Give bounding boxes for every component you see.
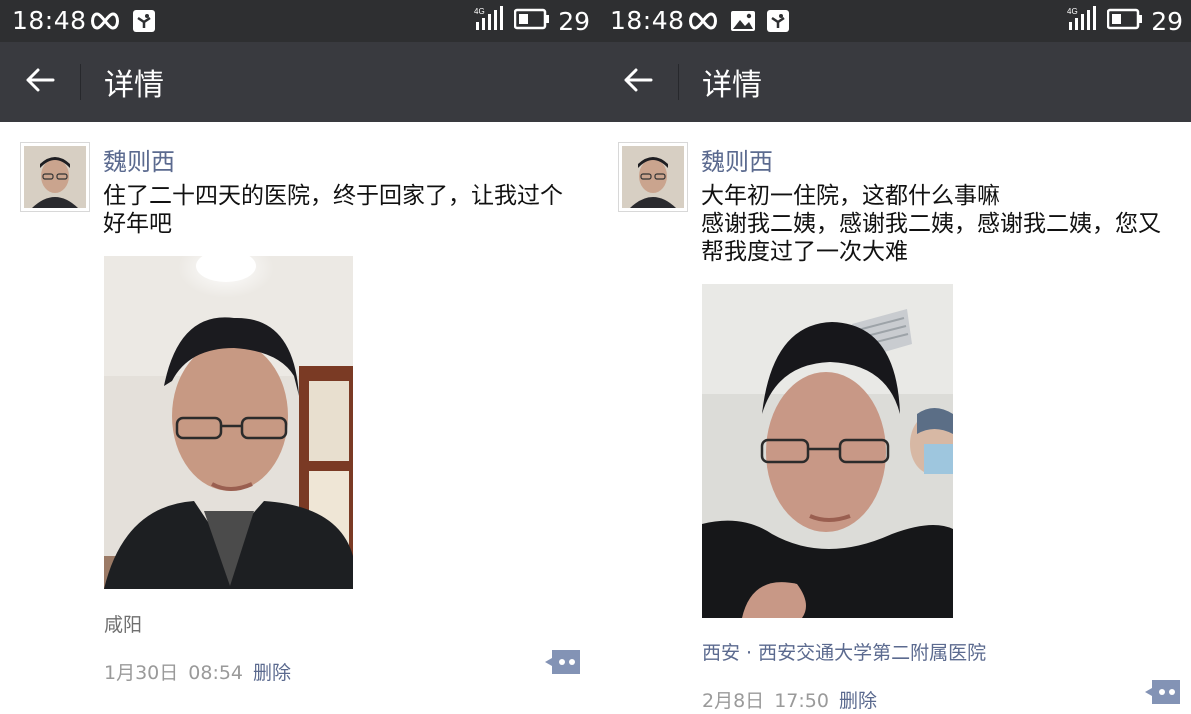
post-text-line: 大年初一住院，这都什么事嘛: [701, 183, 1000, 209]
battery-icon: [1106, 8, 1143, 34]
status-bar: 18:48 4G 29: [0, 0, 598, 42]
status-notification-icons: [686, 9, 790, 37]
status-notification-icons: [88, 9, 156, 37]
post-location: 咸阳: [104, 614, 143, 636]
moments-detail-screen-2: 18:48 4G 29 详情 魏则西 大年初一住院，这都什么事嘛 感谢我二姨，感…: [598, 0, 1191, 714]
post-meta: 2月8日 17:50 删除: [702, 686, 877, 713]
post-meta: 1月30日 08:54 删除: [104, 658, 291, 685]
app-notification-icon: [766, 9, 790, 37]
4g-signal-icon: 4G: [1067, 6, 1099, 36]
post-time: 17:50: [774, 690, 829, 712]
svg-text:4G: 4G: [1067, 7, 1078, 16]
back-button[interactable]: [18, 60, 62, 104]
app-bar: 详情: [598, 42, 1191, 122]
comment-button[interactable]: [544, 648, 582, 676]
infinity-icon: [88, 10, 122, 36]
screens: 18:48 4G 29 详情 魏则西 住了二十四天的医院，终于回家了，让我过个 …: [0, 0, 1191, 714]
post-photo[interactable]: [702, 284, 953, 618]
post-text-line: 好年吧: [103, 211, 172, 237]
comment-button[interactable]: [1144, 678, 1182, 706]
post-text-line: 帮我度过了一次大难: [701, 239, 908, 265]
arrow-left-icon: [623, 67, 653, 97]
delete-button[interactable]: 删除: [839, 686, 877, 713]
post-location-link[interactable]: 西安 · 西安交通大学第二附属医院: [702, 638, 986, 665]
battery-level: 29: [558, 6, 590, 36]
delete-button[interactable]: 删除: [253, 658, 291, 685]
comment-bubble-icon: [544, 650, 582, 680]
avatar[interactable]: [20, 142, 90, 212]
post-text-line: 感谢我二姨，感谢我二姨，感谢我二姨，您又: [701, 211, 1161, 237]
appbar-divider: [80, 64, 81, 100]
status-system-icons: 4G 29: [1067, 6, 1183, 36]
status-system-icons: 4G 29: [474, 6, 590, 36]
battery-level: 29: [1151, 6, 1183, 36]
post-photo[interactable]: [104, 256, 353, 589]
4g-signal-icon: 4G: [474, 6, 506, 36]
infinity-icon: [686, 10, 720, 36]
status-time: 18:48: [12, 6, 87, 35]
comment-bubble-icon: [1144, 680, 1182, 710]
post-date: 1月30日: [104, 662, 179, 684]
svg-text:4G: 4G: [474, 7, 485, 16]
post-text: 大年初一住院，这都什么事嘛 感谢我二姨，感谢我二姨，感谢我二姨，您又 帮我度过了…: [701, 182, 1181, 266]
post-date: 2月8日: [702, 690, 765, 712]
post-time: 08:54: [188, 662, 244, 684]
avatar-photo: [24, 146, 86, 208]
page-title: 详情: [104, 68, 164, 103]
app-notification-icon: [132, 9, 156, 37]
avatar-photo: [622, 146, 684, 208]
moments-detail-screen-1: 18:48 4G 29 详情 魏则西 住了二十四天的医院，终于回家了，让我过个 …: [0, 0, 598, 714]
back-button[interactable]: [616, 60, 660, 104]
app-bar: 详情: [0, 42, 598, 122]
status-time: 18:48: [610, 6, 685, 35]
post-username[interactable]: 魏则西: [103, 142, 175, 177]
appbar-divider: [678, 64, 679, 100]
page-title: 详情: [702, 68, 762, 103]
post-text-line: 住了二十四天的医院，终于回家了，让我过个: [103, 183, 563, 209]
post-text: 住了二十四天的医院，终于回家了，让我过个 好年吧: [103, 182, 583, 238]
arrow-left-icon: [25, 67, 55, 97]
post-username[interactable]: 魏则西: [701, 142, 773, 177]
status-bar: 18:48 4G 29: [598, 0, 1191, 42]
battery-icon: [513, 8, 550, 34]
avatar[interactable]: [618, 142, 688, 212]
image-notification-icon: [730, 9, 756, 37]
